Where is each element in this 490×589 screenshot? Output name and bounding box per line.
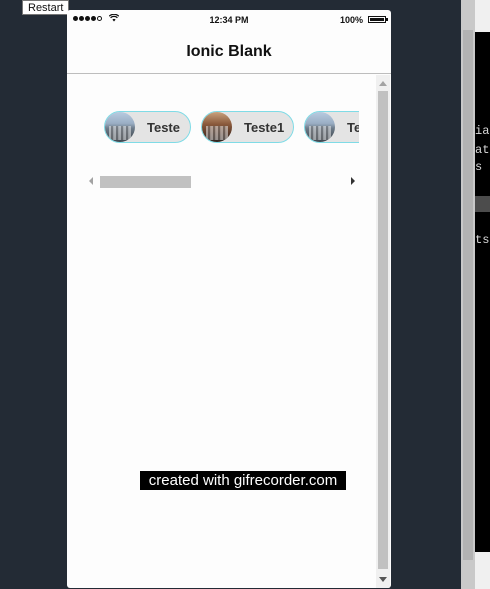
- watermark: created with gifrecorder.com: [140, 471, 346, 490]
- chip-label: Teste: [347, 119, 359, 135]
- chip-label: Teste: [147, 119, 180, 135]
- chip[interactable]: Teste1: [201, 111, 294, 143]
- terminal-selection: [475, 196, 490, 212]
- restart-tooltip: Restart: [22, 0, 70, 15]
- status-bar: 12:34 PM 100%: [67, 10, 391, 30]
- chip[interactable]: Teste: [104, 111, 191, 143]
- terminal-line: s: [475, 160, 483, 174]
- terminal-line: ati: [475, 143, 490, 157]
- horizontal-scrollbar-thumb[interactable]: [100, 176, 191, 188]
- scroll-left-arrow-icon[interactable]: [89, 177, 93, 185]
- toolbar: Ionic Blank: [67, 30, 391, 74]
- avatar: [305, 112, 335, 142]
- scroll-down-arrow-icon[interactable]: [379, 577, 387, 582]
- terminal-bottom-strip: [475, 552, 490, 589]
- battery-percent: 100%: [339, 15, 363, 25]
- vertical-scrollbar-thumb[interactable]: [378, 91, 388, 569]
- terminal-scrollbar[interactable]: [461, 0, 475, 589]
- page-title: Ionic Blank: [186, 43, 272, 60]
- phone-preview: 12:34 PM 100% Ionic Blank Teste Teste1 T…: [67, 10, 391, 588]
- battery-icon: [368, 16, 388, 23]
- avatar: [202, 112, 232, 142]
- scroll-up-arrow-icon[interactable]: [379, 81, 387, 86]
- avatar: [105, 112, 135, 142]
- vertical-scrollbar[interactable]: [376, 75, 390, 588]
- content: Teste Teste1 Teste: [67, 75, 391, 588]
- terminal-line: ia: [475, 124, 490, 138]
- chip[interactable]: Teste: [304, 111, 359, 143]
- terminal-line: ts: [475, 233, 490, 247]
- chip-label: Teste1: [244, 119, 285, 135]
- chip-list[interactable]: Teste Teste1 Teste: [104, 111, 359, 145]
- scroll-right-arrow-icon[interactable]: [351, 177, 355, 185]
- horizontal-scrollbar[interactable]: [87, 174, 357, 188]
- terminal-panel: [461, 0, 490, 589]
- terminal-top-strip: [475, 0, 490, 32]
- terminal-scrollbar-thumb[interactable]: [463, 30, 473, 560]
